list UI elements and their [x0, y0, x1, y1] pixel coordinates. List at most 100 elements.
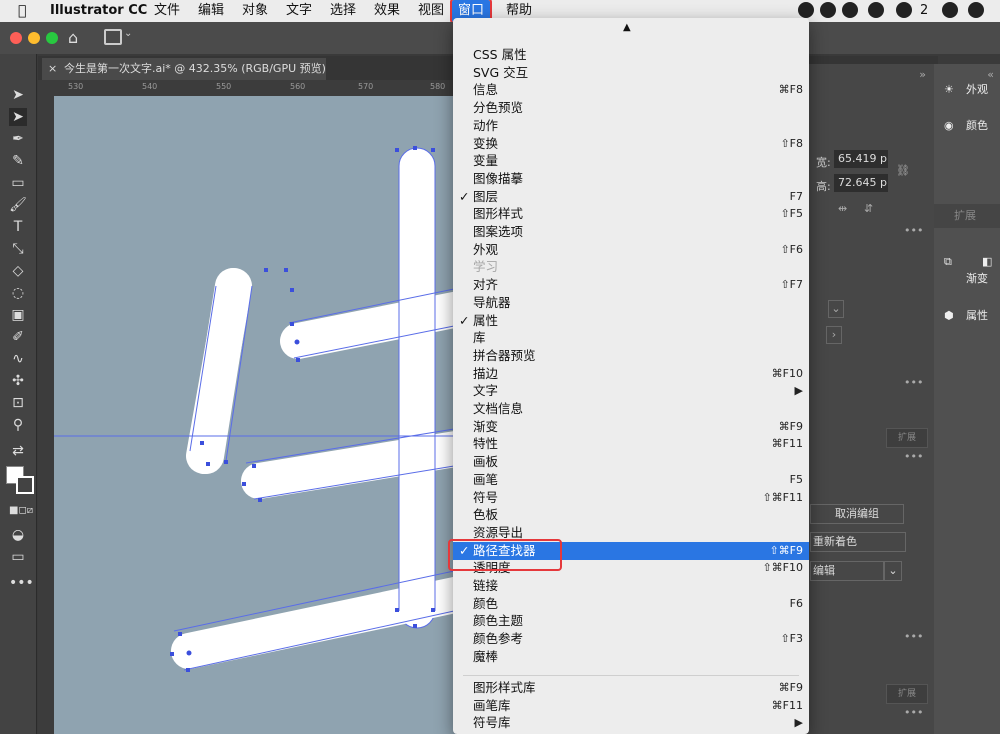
status-icon-5[interactable] — [968, 2, 984, 18]
vertical-stroke-shape[interactable] — [398, 147, 436, 629]
menu-item[interactable]: 导航器 — [453, 294, 809, 312]
menu-item[interactable]: 特性 ⌘F11 — [453, 435, 809, 453]
menu-item[interactable]: 描边 ⌘F10 — [453, 365, 809, 383]
close-tab-icon[interactable]: × — [48, 58, 57, 80]
menu-item[interactable]: 对齐 ⇧F7 — [453, 276, 809, 294]
curvature-tool-icon[interactable]: ✎ — [9, 152, 27, 170]
menu-file[interactable]: 文件 — [154, 0, 180, 22]
chevron-down-icon[interactable]: ⌄ — [124, 28, 132, 39]
menu-item[interactable]: 文档信息 — [453, 400, 809, 418]
menu-item[interactable]: ✓ 图层 F7 — [453, 188, 809, 206]
menu-item[interactable]: 渐变 ⌘F9 — [453, 418, 809, 436]
menu-item[interactable]: 外观 ⇧F6 — [453, 241, 809, 259]
creative-cloud-icon[interactable] — [942, 2, 958, 18]
gradient-tool-icon[interactable]: ▣ — [9, 306, 27, 324]
screen-mode-icon[interactable]: ▭ — [9, 548, 27, 566]
stroke-swatch[interactable] — [16, 476, 34, 494]
status-icon-1[interactable] — [798, 2, 814, 18]
edit-dropdown[interactable]: 编辑 — [810, 561, 884, 581]
more-options-icon[interactable]: ••• — [904, 224, 923, 237]
zoom-tool-icon[interactable]: ⚲ — [9, 416, 27, 434]
menu-item[interactable]: 图案选项 — [453, 223, 809, 241]
lasso-tool-icon[interactable]: ◌ — [9, 284, 27, 302]
wechat-icon[interactable] — [896, 2, 912, 18]
menu-item[interactable]: 图形样式 ⇧F5 — [453, 205, 809, 223]
stepper-arrow-icon[interactable]: › — [826, 326, 842, 344]
dock-appearance[interactable]: ☀ 外观 — [934, 78, 1000, 102]
menu-item[interactable]: 拼合器预览 — [453, 347, 809, 365]
paintbrush-tool-icon[interactable]: 🖌 — [9, 196, 27, 214]
status-icon-2[interactable] — [820, 2, 836, 18]
blend-tool-icon[interactable]: ∿ — [9, 350, 27, 368]
menu-item[interactable]: 颜色主题 — [453, 612, 809, 630]
home-icon[interactable]: ⌂ — [68, 28, 78, 47]
draw-mode-icon[interactable]: ◒ — [9, 526, 27, 544]
library-menu-item[interactable]: 图形样式库 ⌘F9 — [453, 679, 809, 697]
more-options-icon-5[interactable]: ••• — [904, 706, 923, 719]
dock-expand[interactable]: 扩展 — [934, 204, 1000, 228]
status-icon-4[interactable] — [868, 2, 884, 18]
apple-icon[interactable]:  — [18, 0, 26, 22]
flip-vertical-icon[interactable]: ⇵ — [864, 202, 873, 215]
flip-horizontal-icon[interactable]: ⇹ — [838, 202, 847, 215]
close-button[interactable] — [10, 32, 22, 44]
vertical-ruler[interactable] — [38, 96, 55, 734]
app-menu[interactable]: Illustrator CC — [50, 0, 147, 22]
pen-tool-icon[interactable]: ✒ — [9, 130, 27, 148]
collapse-panel-icon[interactable]: » — [919, 68, 926, 81]
menu-item[interactable]: 颜色参考 ⇧F3 — [453, 630, 809, 648]
expand-button[interactable]: 扩展 — [886, 428, 928, 448]
menu-item[interactable]: 色板 — [453, 506, 809, 524]
scale-tool-icon[interactable]: ⤡ — [9, 240, 27, 258]
menu-item[interactable]: 魔棒 — [453, 648, 809, 666]
menu-item[interactable]: SVG 交互 — [453, 64, 809, 82]
library-menu-item[interactable]: 画笔库 ⌘F11 — [453, 697, 809, 715]
menu-select[interactable]: 选择 — [330, 0, 356, 22]
status-icon-3[interactable] — [842, 2, 858, 18]
menu-view[interactable]: 视图 — [418, 0, 444, 22]
rectangle-tool-icon[interactable]: ▭ — [9, 174, 27, 192]
dock-color[interactable]: ◉ 颜色 — [934, 114, 1000, 138]
menu-effect[interactable]: 效果 — [374, 0, 400, 22]
document-tab[interactable]: × 今生是第一次文字.ai* @ 432.35% (RGB/GPU 预览) — [42, 58, 326, 80]
artboard-tool-icon[interactable]: ⊡ — [9, 394, 27, 412]
eyedropper-tool-icon[interactable]: ✐ — [9, 328, 27, 346]
minimize-button[interactable] — [28, 32, 40, 44]
type-tool-icon[interactable]: T — [9, 218, 27, 236]
menu-item[interactable]: 变换 ⇧F8 — [453, 135, 809, 153]
menu-edit[interactable]: 编辑 — [198, 0, 224, 22]
menu-item[interactable]: 颜色 F6 — [453, 595, 809, 613]
menu-item[interactable]: 库 — [453, 329, 809, 347]
workspace-layout-icon[interactable] — [104, 29, 122, 45]
menu-item[interactable]: 动作 — [453, 117, 809, 135]
more-options-icon-2[interactable]: ••• — [904, 376, 923, 389]
menu-item[interactable]: 分色预览 — [453, 99, 809, 117]
menu-item[interactable]: 画板 — [453, 453, 809, 471]
scroll-up-arrow-icon[interactable]: ▲ — [623, 22, 631, 33]
eraser-tool-icon[interactable]: ◇ — [9, 262, 27, 280]
artboard-canvas[interactable] — [54, 96, 456, 734]
color-mode-icon[interactable]: ■◻⧄ — [9, 502, 33, 520]
width-field[interactable]: 65.419 p — [834, 150, 888, 168]
direct-selection-tool-icon[interactable]: ➤ — [9, 108, 27, 126]
swap-fill-stroke-icon[interactable]: ⇄ — [9, 442, 27, 460]
dock-gradient[interactable]: 渐变 — [934, 270, 1000, 288]
height-field[interactable]: 72.645 p — [834, 174, 888, 192]
menu-item[interactable]: 链接 — [453, 577, 809, 595]
menu-item[interactable]: 变量 — [453, 152, 809, 170]
menu-type[interactable]: 文字 — [286, 0, 312, 22]
menu-item[interactable]: 符号 ⇧⌘F11 — [453, 489, 809, 507]
edit-dropdown-chevron-icon[interactable]: ⌄ — [884, 561, 902, 581]
menu-item[interactable]: 画笔 F5 — [453, 471, 809, 489]
zoom-button[interactable] — [46, 32, 58, 44]
horizontal-ruler[interactable]: 530 540 550 560 570 580 — [38, 80, 458, 97]
dock-properties[interactable]: ⬢ 属性 — [934, 304, 1000, 328]
recolor-button[interactable]: 重新着色 — [810, 532, 906, 552]
menu-item[interactable]: CSS 属性 — [453, 46, 809, 64]
menu-item[interactable]: ✓ 属性 — [453, 312, 809, 330]
symbol-sprayer-icon[interactable]: ✣ — [9, 372, 27, 390]
ungroup-button[interactable]: 取消编组 — [810, 504, 904, 524]
menu-item[interactable]: 文字 ▶ — [453, 382, 809, 400]
more-tools-icon[interactable]: ••• — [9, 574, 34, 592]
constrain-proportions-icon[interactable]: ⛓ — [896, 164, 910, 177]
